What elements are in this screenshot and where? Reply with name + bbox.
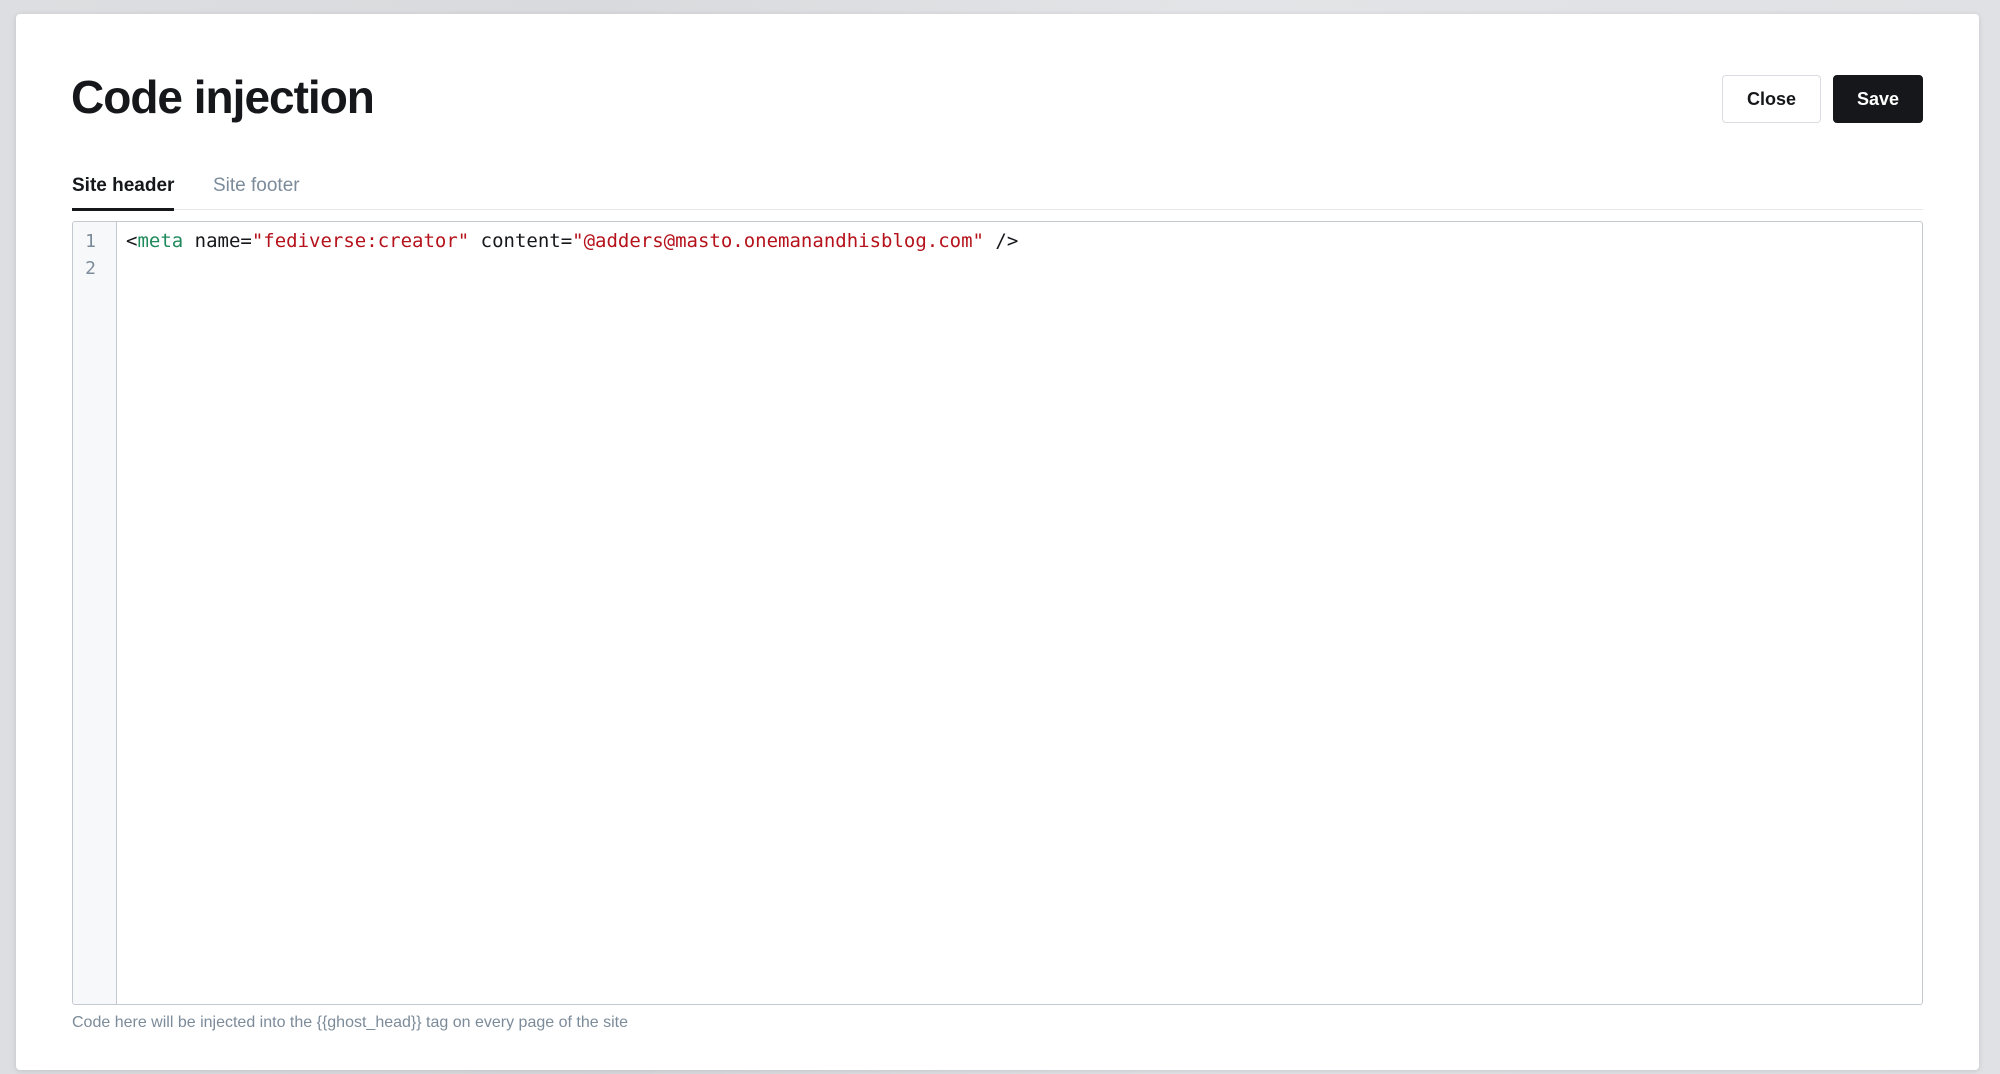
page-title: Code injection bbox=[71, 71, 375, 123]
code-token-string: "@adders@masto.onemanandhisblog.com" bbox=[572, 230, 984, 252]
code-line-1: <meta name="fediverse:creator" content="… bbox=[126, 228, 1922, 255]
code-token-tag: meta bbox=[137, 230, 184, 252]
code-token-close: /> bbox=[983, 230, 1019, 252]
line-number-gutter: 1 2 bbox=[73, 222, 117, 1004]
code-token-bracket: < bbox=[126, 230, 138, 252]
code-token-attr: name= bbox=[183, 230, 252, 252]
tab-site-footer[interactable]: Site footer bbox=[213, 174, 300, 208]
code-content[interactable]: <meta name="fediverse:creator" content="… bbox=[117, 222, 1922, 1004]
editor-hint: Code here will be injected into the {{gh… bbox=[72, 1014, 628, 1031]
code-editor[interactable]: 1 2 <meta name="fediverse:creator" conte… bbox=[72, 221, 1923, 1005]
close-button[interactable]: Close bbox=[1722, 75, 1821, 123]
code-token-string: "fediverse:creator" bbox=[251, 230, 470, 252]
line-number: 2 bbox=[85, 258, 96, 279]
tab-bar: Site header Site footer bbox=[72, 168, 1923, 211]
line-number: 1 bbox=[85, 231, 96, 252]
tab-site-header[interactable]: Site header bbox=[72, 174, 175, 211]
save-button[interactable]: Save bbox=[1833, 75, 1923, 123]
code-token-attr: content= bbox=[469, 230, 573, 252]
code-injection-modal: Code injection Close Save Site header Si… bbox=[16, 14, 1979, 1070]
